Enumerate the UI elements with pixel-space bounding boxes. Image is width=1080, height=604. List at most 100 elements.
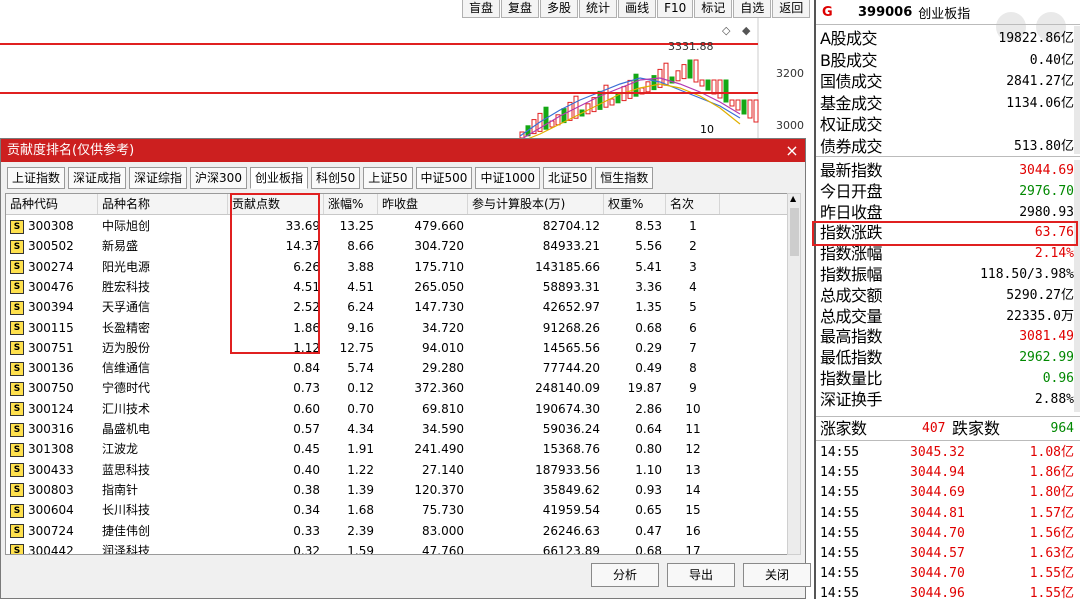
tab-index[interactable]: 科创50 xyxy=(310,167,361,189)
prev-close: 69.810 xyxy=(422,401,464,416)
tab-index[interactable]: 上证指数 xyxy=(7,167,66,189)
tick-time: 14:55 xyxy=(820,505,860,521)
table-row[interactable]: S 300604 长川科技 0.34 1.68 75.730 41959.54 0.65 15 xyxy=(6,500,788,520)
tab-index[interactable]: 恒生指数 xyxy=(595,167,654,189)
analyze-button[interactable]: 分析 xyxy=(591,563,659,587)
toolbar-button[interactable]: 多股 xyxy=(540,0,579,18)
weight-pct: 5.41 xyxy=(635,259,662,274)
contribution-ranking-dialog: 贡献度排名(仅供参考) × 上证指数 深证成指 深证综指 沪深300 创业板指 科创50 上… xyxy=(0,138,811,599)
stock-name: 中际旭创 xyxy=(102,219,151,233)
toolbar-button[interactable]: 自选 xyxy=(733,0,772,18)
tick-amount: 1.86亿 xyxy=(1029,465,1074,481)
table-row[interactable]: S 300751 迈为股份 1.12 12.75 94.010 14565.56 0.29 7 xyxy=(6,338,788,358)
toolbar-button[interactable]: 复盘 xyxy=(501,0,540,18)
table-row[interactable]: S 300274 阳光电源 6.26 3.88 175.710 143185.66 5.41 3 xyxy=(6,257,788,277)
table-row[interactable]: S 300136 信维通信 0.84 5.74 29.280 77744.20 0.49 8 xyxy=(6,358,788,378)
column-header[interactable]: 名次 xyxy=(666,194,720,214)
change-pct: 3.88 xyxy=(347,259,374,274)
close-icon[interactable]: × xyxy=(783,139,801,162)
candle xyxy=(735,99,741,111)
rank: 9 xyxy=(689,381,697,396)
change-pct: 4.51 xyxy=(347,279,374,294)
table-header: 品种代码 品种名称 贡献点数 涨幅% 昨收盘 参与计算股本(万) 权重% 名次 xyxy=(6,194,788,215)
rank: 1 xyxy=(689,219,697,233)
toolbar-button[interactable]: 画线 xyxy=(618,0,657,18)
close-button[interactable]: 关闭 xyxy=(743,563,811,587)
stock-code: 300274 xyxy=(28,259,74,274)
tick-time: 14:55 xyxy=(820,445,860,460)
stock-code: 300115 xyxy=(28,320,74,335)
tab-index[interactable]: 创业板指 xyxy=(249,167,308,189)
table-scrollbar[interactable]: ▲ xyxy=(787,193,801,555)
toolbar-button[interactable]: 标记 xyxy=(694,0,733,18)
tick-amount: 1.80亿 xyxy=(1029,485,1074,501)
table-row[interactable]: S 300750 宁德时代 0.73 0.12 372.360 248140.09 19.87… xyxy=(6,378,788,398)
share-capital: 41959.54 xyxy=(542,503,600,518)
table-row[interactable]: S 300433 蓝思科技 0.40 1.22 27.140 187933.56 1.10 13 xyxy=(6,460,788,480)
table-row[interactable]: S 300724 捷佳伟创 0.33 2.39 83.000 26246.63 0.47 16 xyxy=(6,521,788,541)
change-pct: 9.16 xyxy=(347,320,374,335)
peak-label: 3331.88 xyxy=(668,40,714,53)
toolbar-button[interactable]: 统计 xyxy=(579,0,618,18)
quote-label: 总成交量 xyxy=(820,306,883,326)
index-name: 创业板指 xyxy=(918,6,971,22)
column-header[interactable]: 昨收盘 xyxy=(378,194,468,214)
horizontal-line-upper[interactable] xyxy=(0,43,758,45)
diamond-icon[interactable]: ◇ xyxy=(722,24,730,37)
tab-index[interactable]: 中证1000 xyxy=(475,167,540,189)
stock-s-icon: S xyxy=(10,381,24,396)
share-capital: 66123.89 xyxy=(542,543,600,555)
pin-icon[interactable]: ◆ xyxy=(742,24,750,37)
table-row[interactable]: S 300115 长盈精密 1.86 9.16 34.720 91268.26 0.68 6 xyxy=(6,318,788,338)
toolbar-button[interactable]: 返回 xyxy=(772,0,811,18)
scroll-thumb[interactable] xyxy=(790,208,799,256)
right-panel-scrollbar[interactable] xyxy=(1074,160,1080,412)
column-header[interactable]: 涨幅% xyxy=(324,194,378,214)
column-header[interactable]: 品种代码 xyxy=(6,194,98,214)
tab-index[interactable]: 深证综指 xyxy=(129,167,188,189)
tab-index[interactable]: 上证50 xyxy=(363,167,413,189)
table-row[interactable]: S 300124 汇川技术 0.60 0.70 69.810 190674.30 2.86 10 xyxy=(6,399,788,419)
prev-close: 34.720 xyxy=(422,320,464,335)
toolbar-button[interactable]: F10 xyxy=(657,0,694,18)
table-row[interactable]: S 300394 天孚通信 2.52 6.24 147.730 42652.97 1.35 5 xyxy=(6,297,788,317)
tab-index[interactable]: 中证500 xyxy=(415,167,473,189)
tab-index[interactable]: 深证成指 xyxy=(68,167,127,189)
column-header[interactable]: 权重% xyxy=(604,194,666,214)
horizontal-line-lower[interactable] xyxy=(0,92,758,94)
prev-close: 83.000 xyxy=(422,523,464,538)
column-header[interactable]: 参与计算股本(万) xyxy=(468,194,604,214)
change-pct: 0.12 xyxy=(347,381,374,396)
stock-code: 300308 xyxy=(28,219,74,233)
stock-s-icon: S xyxy=(10,402,24,417)
column-header[interactable]: 品种名称 xyxy=(98,194,228,214)
right-panel-scrollbar[interactable] xyxy=(1074,26,1080,154)
table-row[interactable]: S 300803 指南针 0.38 1.39 120.370 35849.62 0.93 14 xyxy=(6,480,788,500)
weight-pct: 3.36 xyxy=(635,279,662,294)
tick-price: 3045.32 xyxy=(910,445,965,460)
table-row[interactable]: S 300308 中际旭创 33.69 13.25 479.660 82704.12 8.53… xyxy=(6,216,788,236)
stock-code-cell: S 300442 xyxy=(6,541,98,554)
tab-index[interactable]: 沪深300 xyxy=(190,167,247,189)
table-row[interactable]: S 300442 润泽科技 0.32 1.59 47.760 66123.89 0.68 17 xyxy=(6,541,788,555)
contribution-points: 0.84 xyxy=(293,361,320,376)
toolbar-button[interactable]: 盲盘 xyxy=(462,0,501,18)
tab-index[interactable]: 北证50 xyxy=(542,167,593,189)
stock-code: 300394 xyxy=(28,300,74,315)
table-row[interactable]: S 301308 江波龙 0.45 1.91 241.490 15368.76 0.80 12 xyxy=(6,439,788,459)
stock-code: 300751 xyxy=(28,340,74,355)
table-row[interactable]: S 300476 胜宏科技 4.51 4.51 265.050 58893.31 3.36 4 xyxy=(6,277,788,297)
tick-time: 14:55 xyxy=(820,465,860,481)
scroll-up-icon[interactable]: ▲ xyxy=(790,194,796,203)
export-button[interactable]: 导出 xyxy=(667,563,735,587)
quote-value: 2980.93 xyxy=(1019,204,1074,220)
change-pct: 1.91 xyxy=(347,442,374,457)
table-row[interactable]: S 300316 晶盛机电 0.57 4.34 34.590 59036.24 0.64 11 xyxy=(6,419,788,439)
index-code: 399006 xyxy=(858,4,913,20)
table-row[interactable]: S 300502 新易盛 14.37 8.66 304.720 84933.21 5.56 2 xyxy=(6,236,788,256)
stock-code: 300750 xyxy=(28,381,74,396)
contribution-points: 0.45 xyxy=(293,442,320,457)
share-capital: 143185.66 xyxy=(535,259,600,274)
stock-name: 阳光电源 xyxy=(102,259,151,274)
dialog-title-bar[interactable]: 贡献度排名(仅供参考) × xyxy=(1,139,805,162)
